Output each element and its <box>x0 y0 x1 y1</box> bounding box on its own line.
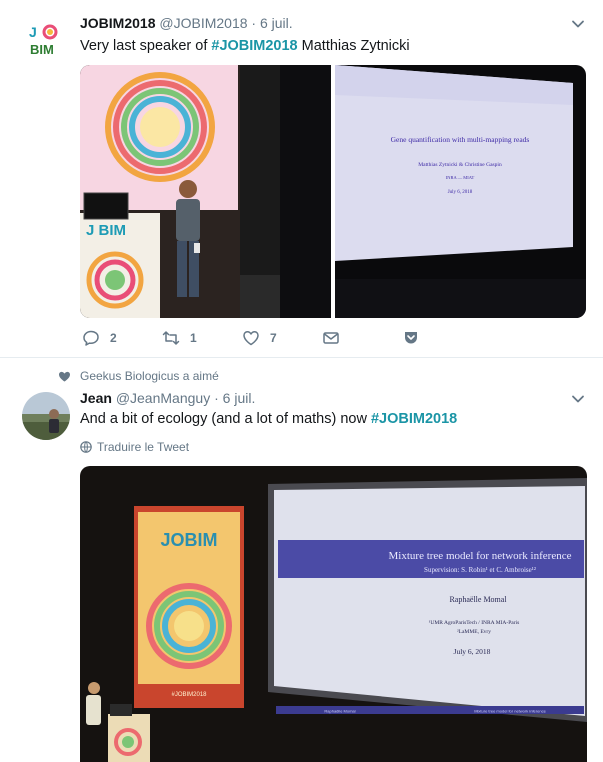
chevron-down-icon[interactable] <box>571 17 585 31</box>
pocket-icon <box>405 332 417 344</box>
author-name[interactable]: Jean <box>80 390 112 406</box>
tweet-header: Jean @JeanManguy · 6 juil. <box>80 390 255 406</box>
hashtag-link[interactable]: #JOBIM2018 <box>371 411 457 427</box>
social-context: Geekus Biologicus a aimé <box>58 369 219 383</box>
tweet-actions: 2 1 7 <box>82 329 542 349</box>
tweet-text-prefix: Very last speaker of <box>80 38 212 54</box>
reply-count: 2 <box>110 331 117 345</box>
tweet-header: JOBIM2018 @JOBIM2018 · 6 juil. <box>80 15 293 31</box>
slide-affiliation-1: ¹UMR AgroParisTech / INRA MIA-Paris <box>429 620 519 626</box>
slide-supervision: Supervision: S. Robin¹ et C. Ambroise¹² <box>424 566 536 574</box>
reply-button[interactable]: 2 <box>82 329 117 347</box>
author-name[interactable]: JOBIM2018 <box>80 15 155 31</box>
chevron-down-icon[interactable] <box>571 392 585 406</box>
avatar-jeanmanguy[interactable] <box>22 392 70 440</box>
slide-affiliation: INRA — MIAT <box>446 175 475 180</box>
slide-footer-left: Raphaëlle Momal <box>324 709 355 714</box>
avatar-logo-bottom: BIM <box>30 42 54 57</box>
tweet-date[interactable]: 6 juil. <box>223 390 256 406</box>
separator: · <box>251 15 257 31</box>
slide-date: July 6, 2018 <box>448 190 473 195</box>
tweet-media[interactable]: JOBIM #JOBIM2018 Mixture tree model for … <box>80 466 587 762</box>
tweet-text-suffix: Matthias Zytnicki <box>297 38 410 54</box>
slide-title: Gene quantification with multi-mapping r… <box>391 135 530 144</box>
banner-subtitle: #JOBIM2018 <box>171 692 207 698</box>
direct-message-button[interactable] <box>322 329 350 347</box>
like-count: 7 <box>270 331 277 345</box>
tweet-text: Very last speaker of #JOBIM2018 Matthias… <box>80 38 410 54</box>
like-button[interactable]: 7 <box>242 329 277 347</box>
retweet-button[interactable]: 1 <box>162 329 197 347</box>
social-context-text[interactable]: Geekus Biologicus a aimé <box>80 369 219 383</box>
separator: · <box>214 390 219 406</box>
heart-filled-icon <box>59 371 70 381</box>
tweet-text-prefix: And a bit of ecology (and a lot of maths… <box>80 411 371 427</box>
banner-logo: J BIM <box>86 222 126 239</box>
bookmark-button[interactable] <box>402 329 430 347</box>
tweet-jobim2018[interactable]: J BIM JOBIM2018 @JOBIM2018 · 6 juil. Ver… <box>0 0 603 358</box>
translate-label[interactable]: Traduire le Tweet <box>97 440 189 454</box>
envelope-icon <box>323 332 339 344</box>
slide-author: Raphaëlle Momal <box>449 595 507 604</box>
banner-logo: JOBIM <box>160 530 217 550</box>
translate-tweet[interactable]: Traduire le Tweet <box>80 440 189 454</box>
author-handle[interactable]: @JeanManguy <box>116 390 210 406</box>
slide-authors: Matthias Zytnicki & Christine Gaspin <box>418 162 502 168</box>
avatar-jobim2018[interactable]: J BIM <box>22 17 70 65</box>
slide-footer-right: Mixture tree model for network inference <box>474 709 546 714</box>
retweet-count: 1 <box>190 331 197 345</box>
tweet-jeanmanguy[interactable]: Geekus Biologicus a aimé Jean @JeanMangu… <box>0 358 603 762</box>
tweet-media[interactable]: J BIM Gene quantification with multi-map… <box>80 65 586 318</box>
heart-icon <box>243 331 259 346</box>
tweet-date[interactable]: 6 juil. <box>260 15 293 31</box>
photo-conference[interactable]: JOBIM #JOBIM2018 Mixture tree model for … <box>80 466 587 762</box>
tweet-text: And a bit of ecology (and a lot of maths… <box>80 411 457 427</box>
slide-date: July 6, 2018 <box>454 647 491 656</box>
photo-slide[interactable]: Gene quantification with multi-mapping r… <box>335 65 586 318</box>
avatar-logo-top: J <box>29 24 37 40</box>
author-handle[interactable]: @JOBIM2018 <box>159 15 247 31</box>
photo-speaker[interactable]: J BIM <box>80 65 331 318</box>
slide-title: Mixture tree model for network inference <box>389 550 572 562</box>
retweet-icon <box>162 331 180 345</box>
hashtag-link[interactable]: #JOBIM2018 <box>211 38 297 54</box>
reply-icon <box>83 330 99 346</box>
globe-icon <box>80 441 92 453</box>
slide-affiliation-2: ²LaMME, Evry <box>457 629 491 635</box>
